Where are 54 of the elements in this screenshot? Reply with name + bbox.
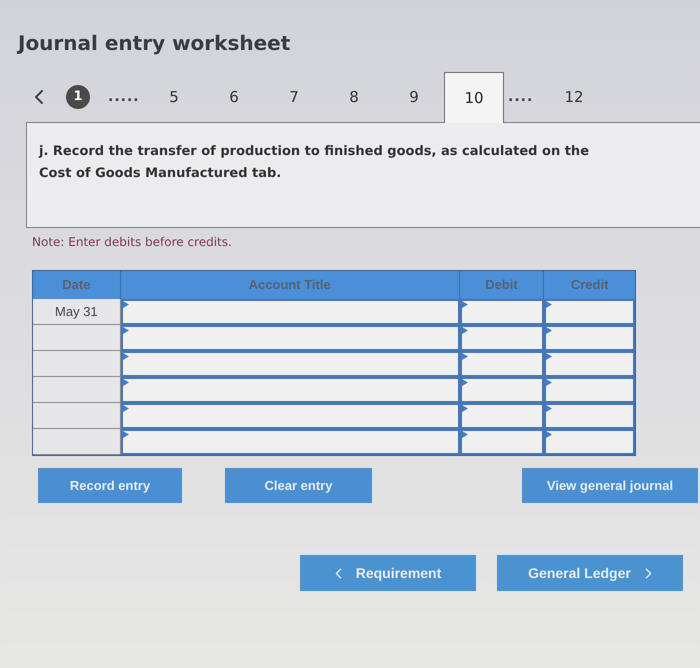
page-tab[interactable]: 12 <box>544 72 604 122</box>
account-title-field[interactable] <box>120 299 460 325</box>
debit-field[interactable] <box>460 325 544 351</box>
chevron-right-icon <box>644 568 652 578</box>
account-title-field[interactable] <box>120 429 460 455</box>
debit-field[interactable] <box>460 377 544 403</box>
page-tab[interactable]: 5 <box>144 72 204 122</box>
credit-field[interactable] <box>544 325 635 351</box>
corner-marker-icon <box>462 379 468 386</box>
page-ellipsis: .... <box>508 88 534 106</box>
credit-field[interactable] <box>544 429 635 455</box>
account-title-field[interactable] <box>120 351 460 377</box>
question-text: j. Record the transfer of production to finished goods, as calculated on the Cost of Goods Manufactured tab. <box>39 143 590 183</box>
debit-field[interactable] <box>460 429 544 455</box>
corner-marker-icon <box>546 301 552 308</box>
page-tab[interactable]: 9 <box>384 72 444 122</box>
corner-marker-icon <box>546 379 552 386</box>
account-title-field[interactable] <box>120 325 460 351</box>
corner-marker-icon <box>462 431 468 438</box>
account-title-field[interactable] <box>120 377 460 403</box>
corner-marker-icon <box>122 353 129 360</box>
page-button[interactable]: 1 <box>66 85 90 109</box>
corner-marker-icon <box>546 431 552 438</box>
corner-marker-icon <box>122 405 129 412</box>
page-tab[interactable]: 7 <box>264 72 324 122</box>
column-header: Credit <box>570 276 610 294</box>
corner-marker-icon <box>122 301 129 308</box>
corner-marker-icon <box>122 379 129 386</box>
page-ellipsis: ..... <box>108 88 140 106</box>
credit-field[interactable] <box>544 299 635 325</box>
corner-marker-icon <box>546 405 552 412</box>
corner-marker-icon <box>546 327 552 334</box>
note-text: Note: Enter debits before credits. <box>32 234 232 250</box>
debit-field[interactable] <box>460 299 544 325</box>
corner-marker-icon <box>122 327 129 334</box>
page-tab[interactable]: 10 <box>444 72 504 123</box>
corner-marker-icon <box>462 327 468 334</box>
credit-field[interactable] <box>544 351 635 377</box>
chevron-left-icon[interactable] <box>34 90 44 104</box>
debit-field[interactable] <box>460 351 544 377</box>
corner-marker-icon <box>462 353 468 360</box>
credit-field[interactable] <box>544 377 635 403</box>
date-cell: May 31 <box>33 299 121 325</box>
worksheet-title: Journal entry worksheet <box>18 30 290 56</box>
page-tab[interactable]: 6 <box>204 72 264 122</box>
corner-marker-icon <box>546 353 552 360</box>
corner-marker-icon <box>462 405 468 412</box>
debit-field[interactable] <box>460 403 544 429</box>
page-tab[interactable]: 8 <box>324 72 384 122</box>
corner-marker-icon <box>122 431 129 438</box>
account-title-field[interactable] <box>120 403 460 429</box>
chevron-left-icon <box>334 568 342 578</box>
corner-marker-icon <box>462 301 468 308</box>
credit-field[interactable] <box>544 403 635 429</box>
